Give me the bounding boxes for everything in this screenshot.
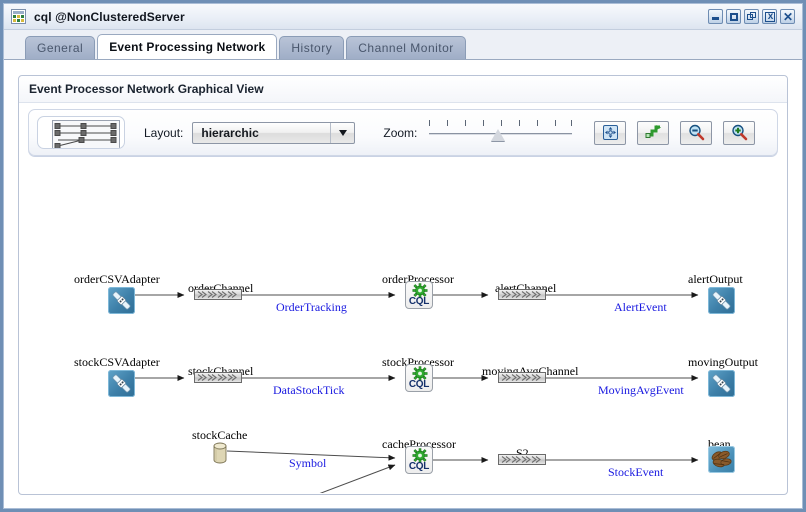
channel-icon	[501, 291, 541, 298]
panel-heading: Event Processor Network Graphical View	[19, 76, 787, 103]
adapter-icon	[112, 374, 131, 393]
cql-label: CQL	[408, 296, 430, 307]
node-icon-cacheProcessor[interactable]: CQL	[405, 446, 433, 474]
channel-icon	[197, 291, 237, 298]
channel-icon	[501, 456, 541, 463]
edge-label-OrderTracking: OrderTracking	[276, 300, 347, 314]
edge-label-DataStockTick: DataStockTick	[273, 383, 345, 397]
graph-toolbar: Layout: hierarchic Zoom:	[28, 109, 778, 156]
epn-graphical-view-box: Event Processor Network Graphical View L…	[18, 75, 788, 495]
tab-event-processing-network[interactable]: Event Processing Network	[97, 34, 278, 60]
magnifier-plus-icon	[732, 124, 748, 141]
minimize-button[interactable]	[708, 9, 723, 24]
tab-history[interactable]: History	[279, 36, 345, 60]
adapter-icon	[712, 291, 731, 310]
table-grid-icon	[11, 9, 26, 24]
adapter-icon	[712, 374, 731, 393]
restore-button[interactable]	[744, 9, 759, 24]
chevron-down-icon[interactable]	[330, 122, 354, 143]
node-icon-stockCache[interactable]	[213, 442, 227, 464]
layout-select-value: hierarchic	[201, 125, 259, 140]
window-title: cql @NonClusteredServer	[34, 9, 185, 24]
channel-icon	[501, 374, 541, 381]
node-icon-movingAvgChannel[interactable]	[498, 372, 546, 383]
node-label-stockCSVAdapter: stockCSVAdapter	[74, 355, 160, 369]
channel-icon	[197, 374, 237, 381]
zoom-slider[interactable]	[429, 119, 573, 146]
edge-label-AlertEvent: AlertEvent	[614, 300, 667, 314]
layout-select[interactable]: hierarchic	[192, 121, 356, 144]
node-icon-bean[interactable]	[708, 446, 735, 473]
node-icon-alertChannel[interactable]	[498, 289, 546, 300]
node-label-stockCache: stockCache	[192, 428, 248, 442]
layout-label: Layout:	[144, 125, 184, 140]
cql-label: CQL	[408, 379, 430, 390]
zoom-region-button[interactable]	[637, 120, 670, 145]
zoom-label: Zoom:	[383, 125, 418, 140]
tab-general[interactable]: General	[25, 36, 96, 60]
window-controls: x ✕	[708, 9, 795, 24]
tab-channel-monitor[interactable]: Channel Monitor	[346, 36, 466, 60]
edge-label-Symbol: Symbol	[289, 456, 327, 470]
node-icon-orderChannel[interactable]	[194, 289, 242, 300]
application-window: cql @NonClusteredServer x ✕ General Even…	[0, 0, 806, 512]
node-icon-alertOutput[interactable]	[708, 287, 735, 314]
maximize-button[interactable]	[726, 9, 741, 24]
node-icon-stockCSVAdapter[interactable]	[108, 370, 135, 397]
magnifier-minus-icon	[689, 124, 705, 141]
node-icon-orderCSVAdapter[interactable]	[108, 287, 135, 314]
zoom-out-button[interactable]	[680, 120, 713, 145]
zoom-slider-ticks	[429, 119, 573, 128]
cql-label: CQL	[408, 461, 430, 472]
tab-strip: General Event Processing Network History…	[4, 31, 802, 60]
graph-overview-thumbnail[interactable]	[37, 116, 125, 149]
node-icon-movingOutput[interactable]	[708, 370, 735, 397]
node-icon-stockChannel[interactable]	[194, 372, 242, 383]
node-icon-orderProcessor[interactable]: CQL	[405, 281, 433, 309]
node-label-movingOutput: movingOutput	[688, 355, 759, 369]
zoom-region-icon	[645, 125, 661, 138]
coffee-bean-icon	[711, 450, 732, 468]
zoom-slider-thumb[interactable]	[491, 128, 506, 141]
zoom-in-button[interactable]	[723, 120, 756, 145]
close-window-button[interactable]: ✕	[780, 9, 795, 24]
adapter-icon	[112, 291, 131, 310]
database-cylinder-icon	[213, 442, 227, 464]
main-panel: Event Processor Network Graphical View L…	[4, 59, 802, 508]
fit-to-window-button[interactable]	[594, 120, 627, 145]
node-label-alertOutput: alertOutput	[688, 272, 743, 286]
node-icon-stockProcessor[interactable]: CQL	[405, 364, 433, 392]
node-label-orderCSVAdapter: orderCSVAdapter	[74, 272, 160, 286]
title-bar: cql @NonClusteredServer x ✕	[4, 4, 802, 30]
close-document-button[interactable]: x	[762, 9, 777, 24]
fit-content-icon	[602, 125, 618, 140]
node-icon-S2[interactable]	[498, 454, 546, 465]
graph-canvas[interactable]: orderCSVAdapter orderChannel OrderTracki…	[20, 158, 786, 493]
edge-label-MovingAvgEvent: MovingAvgEvent	[598, 383, 684, 397]
edge-label-StockEvent: StockEvent	[608, 465, 664, 479]
